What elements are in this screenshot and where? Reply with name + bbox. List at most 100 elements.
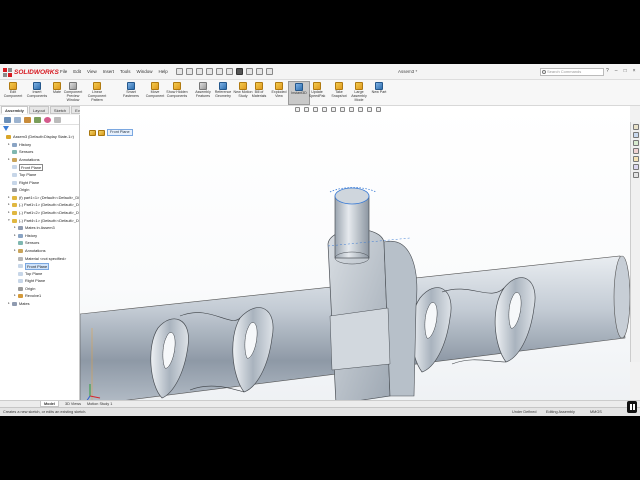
display-manager-tab-icon[interactable]: [44, 117, 51, 123]
brand-name: SOLIDWORKS: [14, 68, 59, 76]
tree-item[interactable]: ▸ (-) Part1<2> (Default<<Default>_D: [0, 209, 80, 217]
design-library-icon[interactable]: [632, 132, 639, 138]
expand-panel-icon[interactable]: [54, 117, 61, 123]
expand-toggle-icon[interactable]: ▾: [8, 217, 10, 225]
tree-item[interactable]: Top Plane: [0, 270, 80, 278]
brand-logo[interactable]: SOLIDWORKS: [3, 67, 59, 77]
tree-item[interactable]: Origin: [0, 186, 80, 194]
select-icon[interactable]: [236, 68, 243, 75]
expand-toggle-icon[interactable]: ▸: [14, 224, 16, 232]
tree-item[interactable]: ▸ Mates: [0, 300, 80, 308]
tree-item[interactable]: Right Plane: [0, 277, 80, 285]
linear-pattern-button[interactable]: Linear Component Pattern: [86, 81, 108, 105]
video-pause-icon[interactable]: [627, 401, 637, 413]
tree-item[interactable]: ▸ Annotations: [0, 247, 80, 255]
tree-item[interactable]: ▸ Revolve1: [0, 292, 80, 300]
speedpak-button[interactable]: Update SpeedPak: [306, 81, 328, 105]
model-viewport[interactable]: [80, 106, 630, 406]
expand-toggle-icon[interactable]: ▸: [8, 300, 10, 308]
file-properties-icon[interactable]: [256, 68, 263, 75]
command-label: Linear Component Pattern: [87, 90, 107, 102]
tree-item[interactable]: ▸ Annotations: [0, 156, 80, 164]
tree-item[interactable]: ▸ (-) Part1<1> (Default<<Default>_D: [0, 201, 80, 209]
save-icon[interactable]: [206, 68, 213, 75]
large-assembly-button[interactable]: Large Assembly Mode: [348, 81, 370, 105]
tab-layout[interactable]: Layout: [28, 106, 49, 114]
file-explorer-icon[interactable]: [632, 140, 639, 146]
smart-fasteners-button[interactable]: Smart Fasteners: [120, 81, 142, 105]
search-commands-input[interactable]: Search Commands: [540, 68, 604, 76]
snapshot-button[interactable]: Take Snapshot: [328, 81, 350, 105]
menu-file[interactable]: File: [60, 69, 67, 74]
graphics-area[interactable]: Front Plane: [80, 106, 630, 406]
minimize-button[interactable]: –: [615, 68, 618, 74]
options-gear-icon[interactable]: [266, 68, 273, 75]
menu-view[interactable]: View: [87, 69, 97, 74]
home-icon[interactable]: [176, 68, 183, 75]
print-icon[interactable]: [216, 68, 223, 75]
expand-toggle-icon[interactable]: ▸: [8, 156, 10, 164]
tree-item[interactable]: Top Plane: [0, 171, 80, 179]
tree-item[interactable]: Front Plane: [0, 262, 80, 271]
expand-toggle-icon[interactable]: ▸: [8, 209, 10, 217]
tree-item[interactable]: ▸ (f) part1<1> (Default<<Default>_Di: [0, 194, 80, 202]
motion-study-icon: [239, 82, 247, 90]
bom-button[interactable]: Bill of Materials: [248, 81, 270, 105]
exploded-view-button[interactable]: Exploded View: [268, 81, 290, 105]
tree-item[interactable]: Front Plane: [0, 163, 80, 172]
tab-assembly[interactable]: Assembly: [1, 106, 28, 114]
help-button[interactable]: ?: [606, 68, 609, 74]
expand-toggle-icon[interactable]: ▸: [14, 292, 16, 300]
move-component-button[interactable]: Move Component: [144, 81, 166, 105]
status-units[interactable]: MMGS: [590, 408, 602, 416]
expand-toggle-icon[interactable]: ▸: [8, 201, 10, 209]
tree-item[interactable]: ▸ History: [0, 232, 80, 240]
edit-component-button[interactable]: Edit Component: [2, 81, 24, 105]
new-document-icon[interactable]: [186, 68, 193, 75]
insert-components-button[interactable]: Insert Components: [26, 81, 48, 105]
tree-item[interactable]: Right Plane: [0, 179, 80, 187]
custom-properties-icon[interactable]: [632, 164, 639, 170]
show-hidden-button[interactable]: Show Hidden Components: [166, 81, 188, 105]
tree-item[interactable]: Material <not specified>: [0, 255, 80, 263]
close-button[interactable]: ×: [633, 68, 636, 74]
expand-toggle-icon[interactable]: ▸: [8, 194, 10, 202]
menu-help[interactable]: Help: [159, 69, 168, 74]
new-part-button[interactable]: New Part: [368, 81, 390, 105]
tree-item[interactable]: ▸ Mates in Assem3: [0, 224, 80, 232]
appearances-icon[interactable]: [632, 156, 639, 162]
menu-window[interactable]: Window: [137, 69, 153, 74]
reference-geometry-button[interactable]: Reference Geometry: [212, 81, 234, 105]
undo-icon[interactable]: [226, 68, 233, 75]
rebuild-icon[interactable]: [246, 68, 253, 75]
menu-insert[interactable]: Insert: [103, 69, 114, 74]
tree-filter[interactable]: [0, 125, 79, 132]
tree-item[interactable]: ▾ (-) Part4<1> (Default<<Default>_D: [0, 217, 80, 225]
tree-item[interactable]: Assem3 (Default<Display State-1>): [0, 133, 80, 141]
plane-icon: [12, 165, 17, 170]
expand-toggle-icon[interactable]: ▸: [14, 247, 16, 255]
property-manager-tab-icon[interactable]: [14, 117, 21, 123]
tree-item[interactable]: Sensors: [0, 148, 80, 156]
configuration-manager-tab-icon[interactable]: [24, 117, 31, 123]
instant3d-icon: [295, 83, 303, 91]
solidworks-resources-icon[interactable]: [632, 124, 639, 130]
tree-item[interactable]: Sensors: [0, 239, 80, 247]
maximize-button[interactable]: □: [624, 68, 627, 74]
tab-sketch[interactable]: Sketch: [49, 106, 71, 114]
view-palette-icon[interactable]: [632, 148, 639, 154]
feature-tree-tab-icon[interactable]: [4, 117, 11, 123]
forum-icon[interactable]: [632, 172, 639, 178]
expand-toggle-icon[interactable]: ▸: [8, 141, 10, 149]
assembly-features-button[interactable]: Assembly Features: [192, 81, 214, 105]
worm-shaft-model[interactable]: [80, 187, 630, 407]
tree-item-label: (f) part1<1> (Default<<Default>_Di: [19, 194, 80, 200]
menu-tools[interactable]: Tools: [120, 69, 131, 74]
tree-item[interactable]: ▸ History: [0, 141, 80, 149]
tree-item[interactable]: Origin: [0, 285, 80, 293]
expand-toggle-icon[interactable]: ▸: [14, 232, 16, 240]
preview-window-button[interactable]: Component Preview Window: [62, 81, 84, 105]
open-icon[interactable]: [196, 68, 203, 75]
dimxpert-tab-icon[interactable]: [34, 117, 41, 123]
menu-edit[interactable]: Edit: [73, 69, 81, 74]
